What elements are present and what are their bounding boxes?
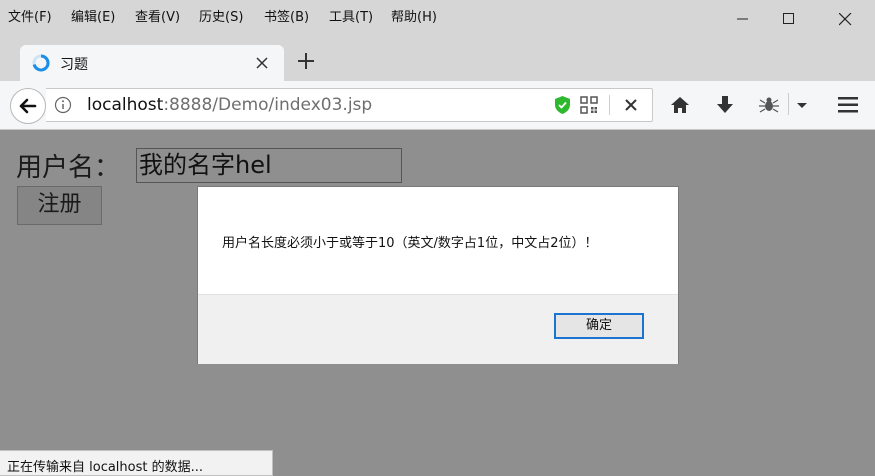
chevron-down-icon[interactable]	[790, 93, 814, 117]
home-icon[interactable]	[668, 93, 692, 117]
extension-bug-icon[interactable]	[757, 93, 781, 117]
address-bar[interactable]: localhost:8888/Demo/index03.jsp	[46, 88, 653, 122]
status-bar: 正在传输来自 localhost 的数据...	[0, 450, 273, 476]
stop-icon[interactable]	[619, 93, 643, 117]
alert-dialog: 用户名长度必须小于或等于10（英文/数字占1位，中文占2位）！ 确定	[197, 186, 679, 364]
tab-strip: 习题	[0, 31, 875, 81]
dialog-footer: 确定	[198, 294, 678, 364]
menu-file[interactable]: 文件(F)	[8, 6, 52, 25]
nav-bar: localhost:8888/Demo/index03.jsp	[0, 81, 875, 130]
username-input[interactable]: 我的名字hel	[136, 148, 402, 183]
new-tab-icon[interactable]	[294, 49, 318, 73]
alert-message: 用户名长度必须小于或等于10（英文/数字占1位，中文占2位）！	[222, 236, 598, 251]
divider	[788, 93, 789, 115]
shield-icon[interactable]	[553, 95, 572, 115]
divider	[609, 95, 610, 115]
info-icon[interactable]	[54, 96, 72, 114]
url-text: localhost:8888/Demo/index03.jsp	[87, 95, 373, 115]
username-label: 用户名：	[16, 153, 121, 183]
loading-icon	[32, 54, 50, 72]
menu-edit[interactable]: 编辑(E)	[71, 6, 115, 25]
register-button[interactable]: 注册	[17, 186, 102, 225]
hamburger-menu-icon[interactable]	[836, 93, 860, 117]
tab-close-icon[interactable]	[253, 54, 271, 72]
menu-view[interactable]: 查看(V)	[135, 6, 180, 25]
arrow-left-icon	[19, 98, 37, 114]
tab-active[interactable]: 习题	[20, 45, 284, 81]
download-icon[interactable]	[713, 93, 737, 117]
menu-bookmarks[interactable]: 书签(B)	[264, 6, 309, 25]
ok-button[interactable]: 确定	[554, 313, 644, 339]
menu-tools[interactable]: 工具(T)	[329, 6, 373, 25]
menu-bar: 文件(F) 编辑(E) 查看(V) 历史(S) 书签(B) 工具(T) 帮助(H…	[0, 0, 875, 31]
close-icon	[838, 12, 851, 25]
qr-code-icon[interactable]	[580, 96, 598, 114]
back-button[interactable]	[10, 88, 46, 124]
maximize-icon	[783, 13, 794, 24]
menu-help[interactable]: 帮助(H)	[391, 6, 437, 25]
minimize-icon	[737, 18, 748, 20]
tab-title: 习题	[60, 57, 88, 73]
menu-history[interactable]: 历史(S)	[199, 6, 243, 25]
